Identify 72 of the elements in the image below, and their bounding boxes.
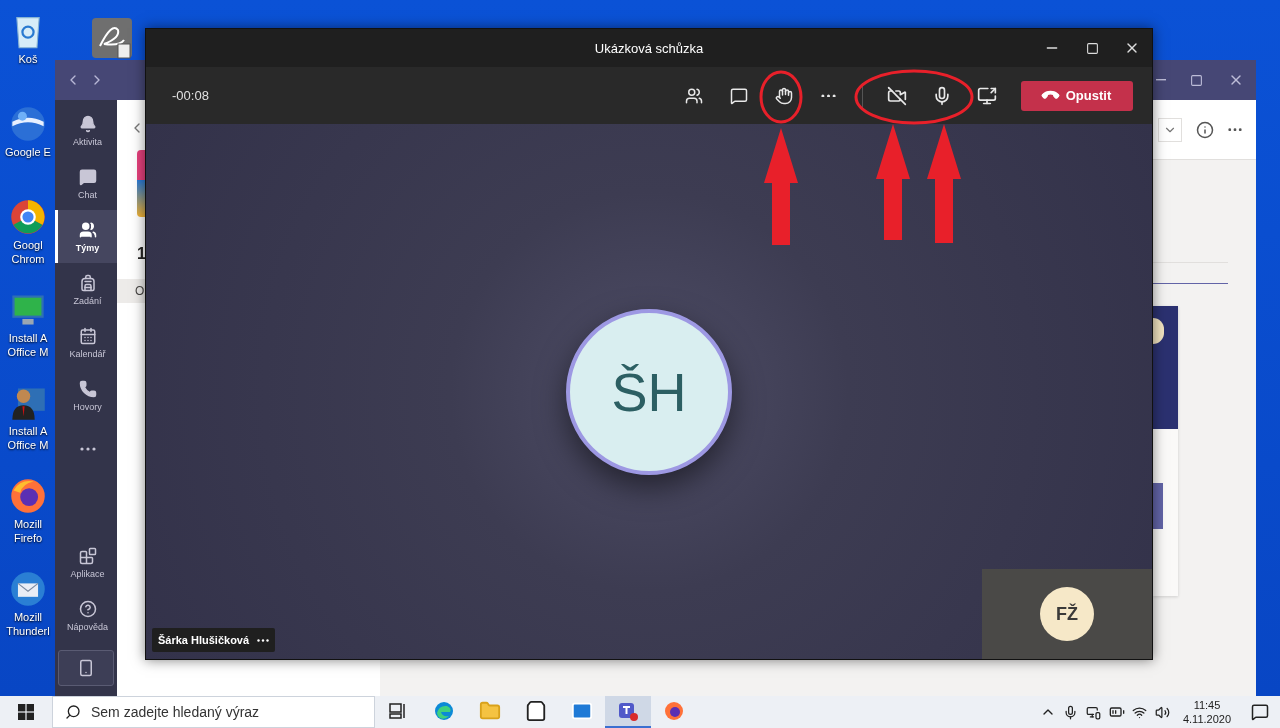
wifi-icon bbox=[1132, 704, 1147, 720]
ellipsis-icon bbox=[821, 93, 836, 98]
rail-item[interactable]: Nápověda bbox=[55, 589, 117, 642]
rail-item[interactable]: Aplikace bbox=[55, 536, 117, 589]
search-bar[interactable]: Sem zadejte hledaný výraz bbox=[52, 696, 375, 728]
annotation-ellipse bbox=[759, 70, 803, 124]
windows-logo-icon bbox=[18, 704, 34, 720]
panel-tab[interactable]: O bbox=[117, 279, 145, 303]
desktop-icon-label: Install A Office M bbox=[7, 424, 49, 452]
participant-name: Šárka Hlušičková bbox=[158, 634, 250, 646]
desktop-icon-label: Install A Office M bbox=[7, 331, 49, 359]
ellipsis-icon[interactable] bbox=[257, 638, 270, 642]
folder-icon bbox=[479, 700, 501, 722]
rail-item[interactable]: Hovory bbox=[55, 369, 117, 422]
mail-app-icon[interactable] bbox=[9, 570, 47, 608]
globe-icon[interactable] bbox=[9, 105, 47, 143]
team-heading: 1 bbox=[137, 245, 147, 263]
browser-icon[interactable] bbox=[9, 198, 47, 236]
smartphone-icon bbox=[77, 659, 95, 677]
volume-icon bbox=[1155, 704, 1170, 720]
desktop-icon-label: Koš bbox=[18, 52, 38, 66]
desktop-icon-label: Googl Chrom bbox=[11, 238, 45, 266]
team-chat-app-icon bbox=[617, 700, 639, 722]
more-button[interactable] bbox=[1228, 127, 1242, 132]
browser-icon bbox=[663, 700, 685, 722]
browser-icon bbox=[433, 700, 455, 722]
call-timer: -00:08 bbox=[172, 88, 210, 103]
rail-item[interactable]: Chat bbox=[55, 157, 117, 210]
help-icon bbox=[78, 599, 97, 618]
chat-icon bbox=[78, 167, 97, 186]
people-icon bbox=[684, 86, 703, 105]
devices-icon bbox=[1086, 704, 1101, 720]
phone-icon bbox=[78, 379, 97, 398]
info-icon bbox=[1196, 120, 1214, 139]
participant-avatar: ŠH bbox=[566, 308, 732, 475]
apps-icon bbox=[78, 546, 97, 565]
calendar-icon bbox=[78, 326, 97, 345]
avatar bbox=[1153, 318, 1164, 344]
desktop-icon-label: Mozill Firefo bbox=[13, 517, 43, 545]
bell-icon bbox=[78, 114, 97, 133]
backpack-icon bbox=[78, 273, 97, 292]
share-screen-icon bbox=[976, 85, 997, 106]
hand-icon bbox=[774, 86, 793, 105]
store-icon bbox=[525, 700, 547, 722]
ellipsis-icon bbox=[1228, 127, 1242, 132]
chat-icon bbox=[729, 86, 748, 105]
browser-icon[interactable] bbox=[9, 477, 47, 515]
rail-item[interactable]: Aktivita bbox=[55, 104, 117, 157]
rail-item[interactable]: Týmy bbox=[55, 210, 117, 263]
ellipsis-icon bbox=[79, 446, 96, 451]
desktop-icon-label: Google E bbox=[5, 145, 51, 159]
window-title: Ukázková schůzka bbox=[594, 40, 704, 56]
clock-time[interactable]: 11:45 bbox=[1193, 698, 1221, 712]
search-icon bbox=[65, 704, 81, 720]
maximize-icon[interactable] bbox=[1085, 41, 1099, 55]
self-avatar: FŽ bbox=[1040, 587, 1094, 641]
battery-icon bbox=[1108, 704, 1125, 720]
rail-item[interactable]: Kalendář bbox=[55, 316, 117, 369]
signature-app-icon[interactable] bbox=[90, 16, 134, 60]
team-tile[interactable] bbox=[137, 150, 145, 217]
people-icon bbox=[78, 220, 97, 239]
clock-date[interactable]: 4.11.2020 bbox=[1182, 712, 1232, 726]
info-button[interactable] bbox=[1196, 120, 1214, 139]
desktop-icon-label: Mozill Thunderl bbox=[6, 610, 50, 638]
camera-off-icon bbox=[886, 85, 907, 106]
mail-icon bbox=[571, 700, 593, 722]
notification-icon bbox=[1251, 703, 1269, 721]
search-field[interactable]: Sem zadejte hledaný výraz bbox=[89, 703, 349, 721]
microphone-icon bbox=[1063, 704, 1078, 720]
rail-item[interactable]: Zadání bbox=[55, 263, 117, 316]
mobile-app-button[interactable] bbox=[58, 650, 114, 686]
leave-button[interactable]: Opustit bbox=[1021, 80, 1133, 111]
